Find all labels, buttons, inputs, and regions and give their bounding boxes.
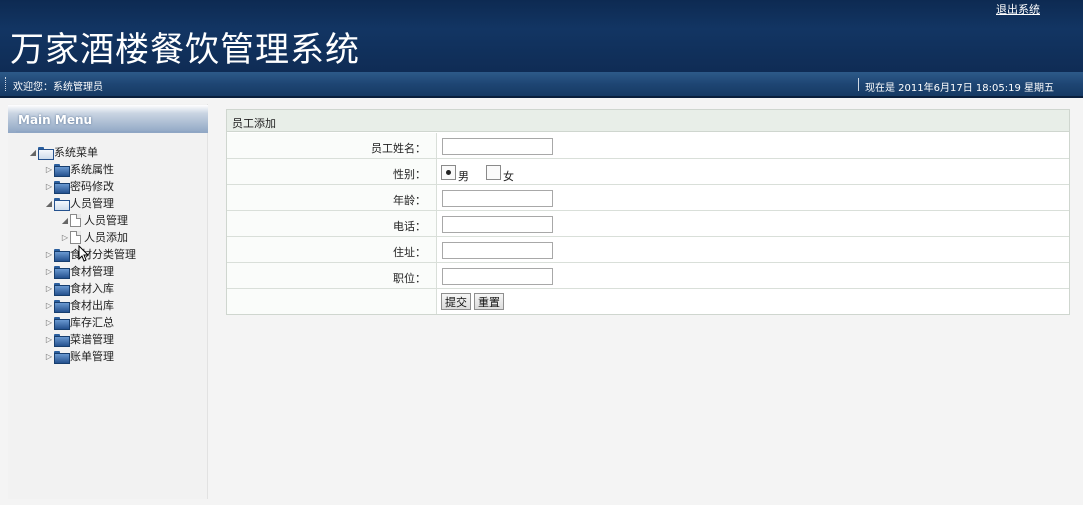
form-row-age: 年龄： (227, 185, 1069, 211)
form-row-name: 员工姓名： (227, 133, 1069, 159)
collapsed-arrow-icon[interactable]: ▷ (44, 352, 54, 361)
logout-link[interactable]: 退出系统 (996, 1, 1040, 17)
tree-node-label: 食材入库 (70, 282, 114, 295)
form-label-cell: 住址： (227, 237, 437, 262)
gender-label: 性别： (393, 168, 426, 181)
form-row-phone: 电话： (227, 211, 1069, 237)
folder-icon (54, 350, 70, 364)
tree-node-label: 人员管理 (70, 197, 114, 210)
folder-icon (54, 299, 70, 313)
tree-node-label: 库存汇总 (70, 316, 114, 329)
tree-node-ingredient-management[interactable]: ▷ 食材管理 (44, 263, 114, 279)
tree-node-label: 账单管理 (70, 350, 114, 363)
tree-node-ingredient-stock-in[interactable]: ▷ 食材入库 (44, 280, 114, 296)
gender-male-label[interactable]: 男 (458, 168, 469, 184)
form-label-cell: 员工姓名： (227, 133, 437, 158)
age-label: 年龄： (393, 194, 426, 207)
submit-button[interactable]: 提交 (441, 293, 471, 310)
tree-node-password-change[interactable]: ▷ 密码修改 (44, 178, 114, 194)
tree-node-staff-list[interactable]: ◢ 人员管理 (60, 212, 128, 228)
gender-female-radio[interactable] (486, 165, 501, 180)
staff-add-form: 员工添加 员工姓名： 性别： 男 女 年龄： 电话： 住址： 职位： 提交 重置 (226, 109, 1070, 315)
divider (858, 78, 859, 91)
tree-node-ingredient-category[interactable]: ▷ 食材分类管理 (44, 246, 136, 262)
collapsed-arrow-icon[interactable]: ▷ (44, 165, 54, 174)
form-row-address: 住址： (227, 237, 1069, 263)
form-row-gender: 性别： 男 女 (227, 159, 1069, 185)
mouse-cursor-icon (78, 245, 90, 262)
tree-node-label: 系统菜单 (54, 146, 98, 159)
current-datetime: 现在是 2011年6月17日 18:05:19 星期五 (865, 83, 1054, 94)
tree-node-label: 人员管理 (84, 214, 128, 227)
age-input[interactable] (442, 190, 553, 207)
tree-node-label: 人员添加 (84, 231, 128, 244)
tree-node-staff-management[interactable]: ◢ 人员管理 (44, 195, 114, 211)
tree-node-label: 食材出库 (70, 299, 114, 312)
collapsed-arrow-icon[interactable]: ▷ (44, 284, 54, 293)
tree-node-staff-add[interactable]: ▷ 人员添加 (60, 229, 128, 245)
info-bar: 欢迎您：系统管理员 现在是 2011年6月17日 18:05:19 星期五 (0, 72, 1083, 98)
expanded-arrow-icon[interactable]: ◢ (44, 199, 54, 208)
phone-label: 电话： (393, 220, 426, 233)
collapsed-arrow-icon[interactable]: ▷ (44, 267, 54, 276)
folder-open-icon (54, 197, 70, 211)
tree-node-ingredient-stock-out[interactable]: ▷ 食材出库 (44, 297, 114, 313)
phone-input[interactable] (442, 216, 553, 233)
form-caption-bar: 员工添加 (227, 110, 1069, 132)
form-label-cell: 年龄： (227, 185, 437, 210)
address-input[interactable] (442, 242, 553, 259)
collapsed-arrow-icon[interactable]: ▷ (44, 318, 54, 327)
welcome-text: 欢迎您：系统管理员 (13, 82, 103, 93)
collapsed-arrow-icon[interactable]: ▷ (44, 301, 54, 310)
folder-icon (54, 333, 70, 347)
menu-header: Main Menu (8, 105, 208, 133)
tree-node-label: 菜谱管理 (70, 333, 114, 346)
tree-node-label: 系统属性 (70, 163, 114, 176)
collapsed-arrow-icon[interactable]: ▷ (60, 233, 70, 242)
collapsed-arrow-icon[interactable]: ▷ (44, 182, 54, 191)
form-label-cell: 性别： (227, 159, 437, 184)
app-title: 万家酒楼餐饮管理系统 (10, 30, 360, 70)
form-row-actions: 提交 重置 (227, 289, 1069, 315)
folder-icon (54, 248, 70, 262)
app-header: 万家酒楼餐饮管理系统 退出系统 (0, 0, 1083, 72)
tree-node-label: 食材管理 (70, 265, 114, 278)
expanded-arrow-icon[interactable]: ◢ (28, 148, 38, 157)
name-label: 员工姓名： (371, 142, 426, 155)
document-icon (70, 213, 81, 227)
grip-icon (5, 77, 7, 91)
menu-header-underline (16, 131, 200, 133)
folder-open-icon (38, 146, 54, 160)
menu-title: Main Menu (18, 113, 93, 127)
name-input[interactable] (442, 138, 553, 155)
address-label: 住址： (393, 246, 426, 259)
collapsed-arrow-icon[interactable]: ▷ (44, 335, 54, 344)
form-title: 员工添加 (232, 117, 276, 130)
left-menu-panel: Main Menu ◢ 系统菜单 ▷ 系统属性 ▷ 密码修改 ◢ 人员管理 ◢ … (8, 104, 208, 499)
form-label-cell: 职位： (227, 263, 437, 288)
folder-icon (54, 316, 70, 330)
collapsed-arrow-icon[interactable]: ▷ (44, 250, 54, 259)
tree-node-inventory-summary[interactable]: ▷ 库存汇总 (44, 314, 114, 330)
expanded-arrow-icon[interactable]: ◢ (60, 216, 70, 225)
folder-icon (54, 265, 70, 279)
position-input[interactable] (442, 268, 553, 285)
position-label: 职位： (393, 272, 426, 285)
tree-node-system-menu[interactable]: ◢ 系统菜单 (28, 144, 98, 160)
folder-icon (54, 163, 70, 177)
form-label-cell (227, 289, 437, 314)
reset-button[interactable]: 重置 (474, 293, 504, 310)
form-label-cell: 电话： (227, 211, 437, 236)
tree-node-bill-management[interactable]: ▷ 账单管理 (44, 348, 114, 364)
tree-node-system-properties[interactable]: ▷ 系统属性 (44, 161, 114, 177)
gender-female-label[interactable]: 女 (503, 168, 514, 184)
tree-node-recipe-management[interactable]: ▷ 菜谱管理 (44, 331, 114, 347)
document-icon (70, 230, 81, 244)
gender-male-radio[interactable] (441, 165, 456, 180)
tree-node-label: 密码修改 (70, 180, 114, 193)
folder-icon (54, 282, 70, 296)
folder-icon (54, 180, 70, 194)
form-row-position: 职位： (227, 263, 1069, 289)
